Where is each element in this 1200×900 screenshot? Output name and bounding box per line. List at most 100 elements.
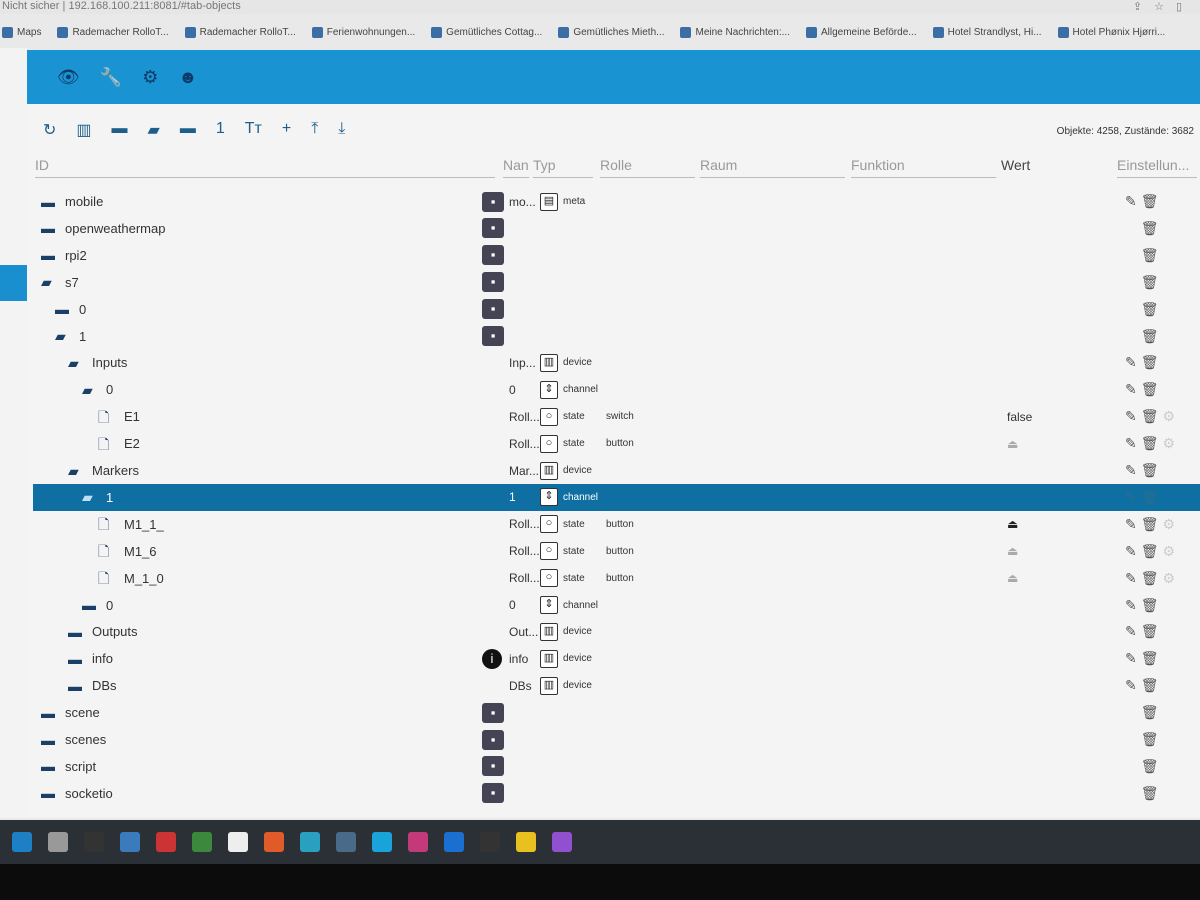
name-filter[interactable]: Nan bbox=[503, 154, 529, 178]
edit-icon[interactable]: ✎ bbox=[1125, 435, 1141, 451]
folder-icon[interactable]: ▬ bbox=[55, 302, 73, 316]
bookmark[interactable]: Hotel Phønix Hjørri... bbox=[1057, 26, 1165, 38]
settings-icon[interactable]: ⚙ bbox=[1163, 570, 1180, 586]
delete-icon[interactable]: 🗑 bbox=[1141, 193, 1163, 209]
delete-icon[interactable]: 🗑 bbox=[1141, 247, 1163, 263]
edit-icon[interactable]: ✎ bbox=[1125, 650, 1141, 666]
edit-icon[interactable]: ✎ bbox=[1125, 462, 1141, 478]
delete-icon[interactable]: 🗑 bbox=[1141, 301, 1163, 317]
folder-open-icon[interactable]: ▰ bbox=[68, 464, 86, 478]
tree-row[interactable]: ▰ 1 1 ⇕ channel ✎🗑 bbox=[33, 483, 1200, 511]
press-button[interactable]: ⏏ bbox=[1007, 544, 1018, 558]
role-filter[interactable]: Rolle bbox=[600, 154, 695, 178]
delete-icon[interactable]: 🗑 bbox=[1141, 704, 1163, 720]
refresh-icon[interactable]: ↻ bbox=[43, 120, 56, 140]
edit-icon[interactable]: ✎ bbox=[1125, 543, 1141, 559]
file-icon[interactable]: 🗋 bbox=[98, 437, 116, 451]
id-filter[interactable]: ID bbox=[35, 154, 495, 178]
folder-icon[interactable]: ▬ bbox=[41, 786, 59, 800]
bookmark[interactable]: Hotel Strandlyst, Hi... bbox=[932, 26, 1042, 38]
function-filter[interactable]: Funktion bbox=[851, 154, 996, 178]
edit-icon[interactable]: ✎ bbox=[1125, 516, 1141, 532]
delete-icon[interactable]: 🗑 bbox=[1141, 489, 1163, 505]
delete-icon[interactable]: 🗑 bbox=[1141, 731, 1163, 747]
download-icon[interactable]: ⤓ bbox=[338, 120, 345, 140]
folder-open-icon[interactable]: ▰ bbox=[148, 120, 160, 140]
folder-open-icon[interactable]: ▰ bbox=[68, 356, 86, 370]
folder-icon[interactable]: ▬ bbox=[68, 625, 86, 639]
delete-icon[interactable]: 🗑 bbox=[1141, 462, 1163, 478]
bookmark[interactable]: Ferienwohnungen... bbox=[311, 26, 415, 38]
tree-row[interactable]: ▬ rpi2 ▪ ✎🗑 bbox=[33, 242, 1200, 269]
tree-row[interactable]: ▬ mobile ▪ mo... ▤ meta ✎🗑 bbox=[33, 188, 1200, 215]
folder-icon[interactable]: ▬ bbox=[41, 733, 59, 747]
eye-icon[interactable]: 👁 bbox=[57, 67, 80, 88]
press-button[interactable]: ⏏ bbox=[1007, 437, 1018, 451]
edit-icon[interactable]: ✎ bbox=[1125, 570, 1141, 586]
tree-row[interactable]: 🗋 M1_1_ Roll... ○ state button ⏏ ✎🗑⚙ bbox=[33, 511, 1200, 538]
folder-icon[interactable]: ▬ bbox=[82, 598, 100, 612]
taskbar-app-icon[interactable] bbox=[192, 832, 212, 852]
folder-open-icon[interactable]: ▰ bbox=[82, 490, 100, 504]
settings-filter[interactable]: Einstellun... bbox=[1117, 154, 1197, 178]
tree-row[interactable]: 🗋 M1_6 Roll... ○ state button ⏏ ✎🗑⚙ bbox=[33, 538, 1200, 565]
edit-icon[interactable]: ✎ bbox=[1125, 677, 1141, 693]
press-button[interactable]: ⏏ bbox=[1007, 571, 1018, 585]
taskbar-app-icon[interactable] bbox=[12, 832, 32, 852]
folder-icon[interactable]: ▬ bbox=[41, 221, 59, 235]
edit-icon[interactable]: ✎ bbox=[1125, 381, 1141, 397]
bookmark[interactable]: Rademacher RolloT... bbox=[184, 26, 296, 38]
tree-row[interactable]: ▰ s7 ▪ ✎🗑 bbox=[33, 269, 1200, 296]
text-size-icon[interactable]: Tт bbox=[245, 120, 262, 140]
edit-icon[interactable]: ✎ bbox=[1125, 623, 1141, 639]
taskbar-app-icon[interactable] bbox=[156, 832, 176, 852]
sidebar-item-objects[interactable] bbox=[0, 265, 27, 301]
delete-icon[interactable]: 🗑 bbox=[1141, 274, 1163, 290]
folder-icon[interactable]: ▬ bbox=[112, 120, 128, 140]
tree-row[interactable]: 🗋 E2 Roll... ○ state button ⏏ ✎🗑⚙ bbox=[33, 430, 1200, 457]
tree-row[interactable]: ▬ script ▪ ✎🗑 bbox=[33, 753, 1200, 780]
file-icon[interactable]: 🗋 bbox=[98, 571, 116, 585]
bookmark[interactable]: Gemütliches Mieth... bbox=[558, 26, 664, 38]
taskbar-app-icon[interactable] bbox=[228, 832, 248, 852]
taskbar-app-icon[interactable] bbox=[480, 832, 500, 852]
bookmark[interactable]: Gemütliches Cottag... bbox=[431, 26, 542, 38]
room-filter[interactable]: Raum bbox=[700, 154, 845, 178]
bookmark[interactable]: Allgemeine Beförde... bbox=[805, 26, 917, 38]
delete-icon[interactable]: 🗑 bbox=[1141, 677, 1163, 693]
press-button[interactable]: ⏏ bbox=[1007, 517, 1018, 531]
delete-icon[interactable]: 🗑 bbox=[1141, 435, 1163, 451]
taskbar-app-icon[interactable] bbox=[264, 832, 284, 852]
folder-open-icon[interactable]: ▰ bbox=[55, 329, 73, 343]
folder-open-icon[interactable]: ▰ bbox=[82, 383, 100, 397]
folder-icon[interactable]: ▬ bbox=[41, 706, 59, 720]
taskbar-app-icon[interactable] bbox=[408, 832, 428, 852]
file-icon[interactable]: 🗋 bbox=[98, 517, 116, 531]
settings-icon[interactable]: ⚙ bbox=[1163, 408, 1180, 424]
folder-icon[interactable]: ▬ bbox=[41, 759, 59, 773]
tree-row[interactable]: ▬ 0 ▪ ✎🗑 bbox=[33, 296, 1200, 323]
folder-icon[interactable]: ▬ bbox=[68, 652, 86, 666]
tree-row[interactable]: ▬ scene ▪ ✎🗑 bbox=[33, 699, 1200, 726]
taskbar-app-icon[interactable] bbox=[84, 832, 104, 852]
tree-row[interactable]: 🗋 E1 Roll... ○ state switch false ✎🗑⚙ bbox=[33, 403, 1200, 430]
settings-icon[interactable]: ⚙ bbox=[1163, 516, 1180, 532]
wrench-icon[interactable]: 🔧 bbox=[100, 67, 122, 88]
taskbar-app-icon[interactable] bbox=[120, 832, 140, 852]
gear-icon[interactable]: ⚙ bbox=[142, 67, 158, 88]
file-icon[interactable]: 🗋 bbox=[98, 410, 116, 424]
delete-icon[interactable]: 🗑 bbox=[1141, 328, 1163, 344]
url[interactable]: 192.168.100.211:8081/#tab-objects bbox=[68, 0, 240, 12]
taskbar-app-icon[interactable] bbox=[516, 832, 536, 852]
delete-icon[interactable]: 🗑 bbox=[1141, 381, 1163, 397]
delete-icon[interactable]: 🗑 bbox=[1141, 758, 1163, 774]
settings-icon[interactable]: ⚙ bbox=[1163, 543, 1180, 559]
bookmark[interactable]: Meine Nachrichten:... bbox=[680, 26, 790, 38]
edit-icon[interactable]: ✎ bbox=[1125, 408, 1141, 424]
folder-icon[interactable]: ▬ bbox=[41, 195, 59, 209]
tree-row[interactable]: ▰ Markers Mar... ▥ device ✎🗑 bbox=[33, 457, 1200, 484]
number-icon[interactable]: 1 bbox=[216, 120, 225, 140]
edit-icon[interactable]: ✎ bbox=[1125, 193, 1141, 209]
folder-icon[interactable]: ▬ bbox=[41, 248, 59, 262]
taskbar-app-icon[interactable] bbox=[552, 832, 572, 852]
